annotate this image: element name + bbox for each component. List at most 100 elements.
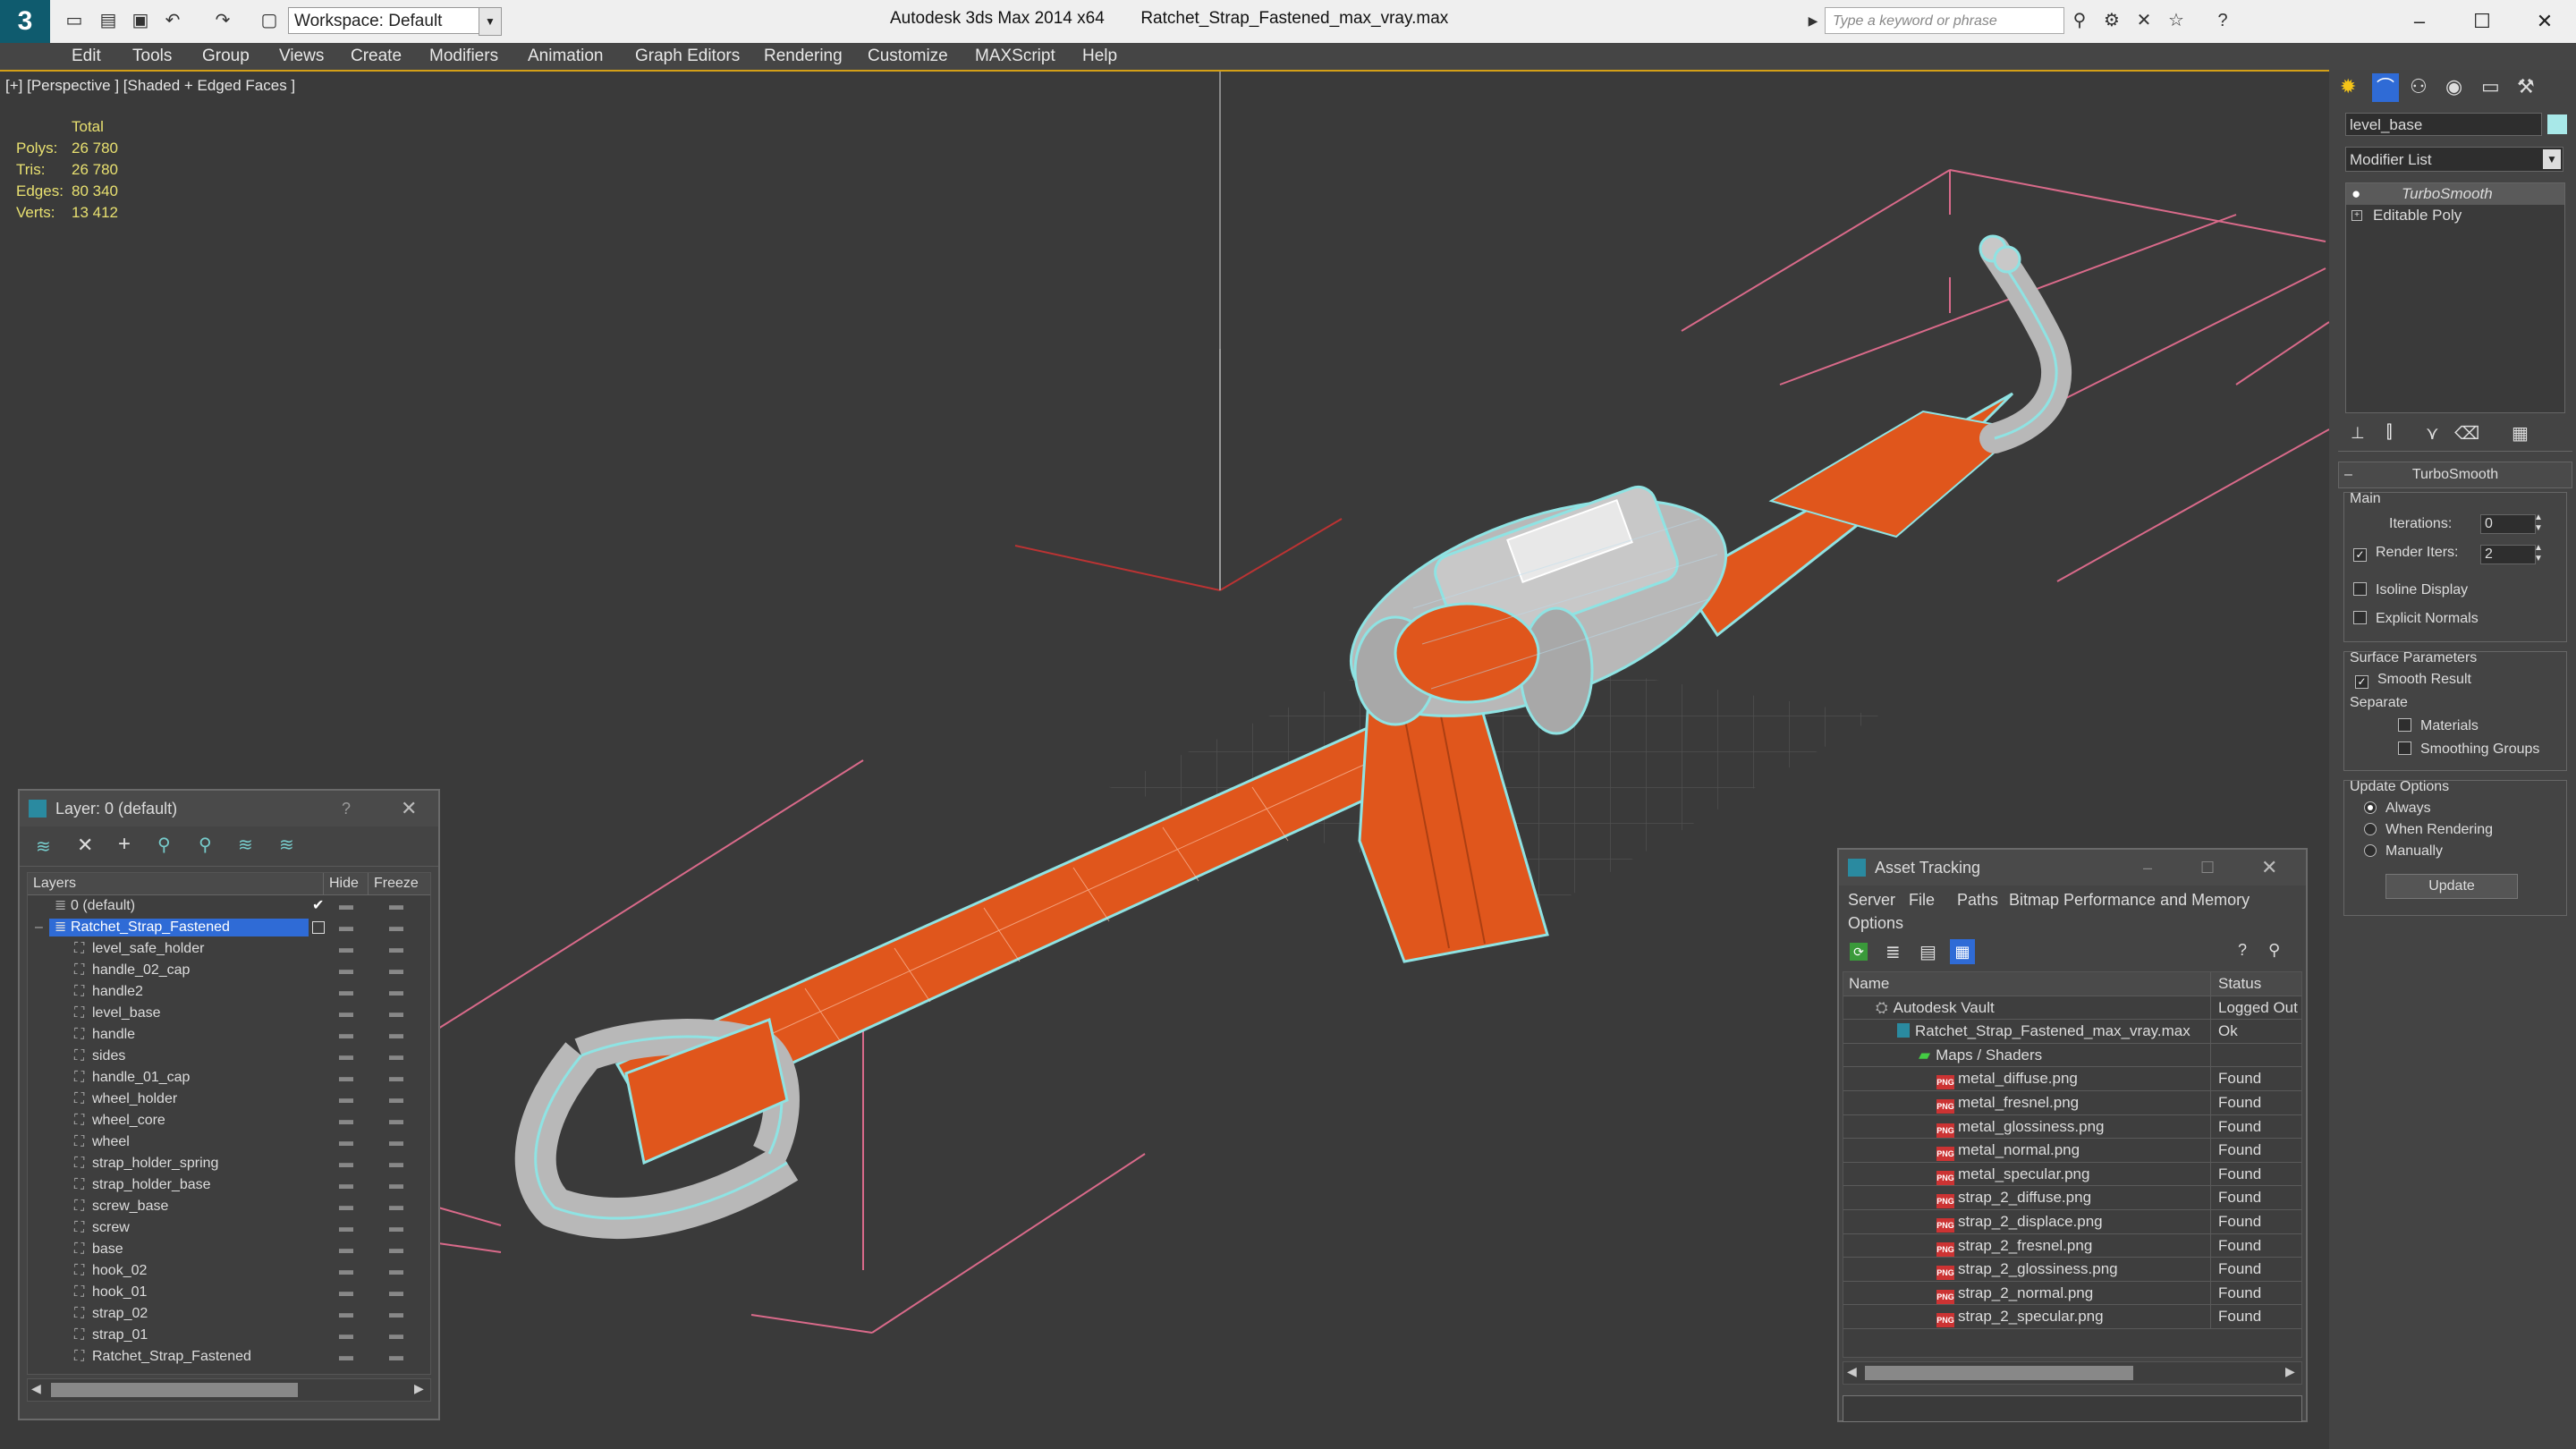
hide-toggle[interactable]: ▬ bbox=[339, 1003, 353, 1024]
freeze-toggle[interactable]: ▬ bbox=[389, 1217, 403, 1239]
layer-object-row[interactable]: ⛶ handle ▬ ▬ bbox=[28, 1024, 430, 1046]
scroll-right-icon[interactable]: ▶ bbox=[2285, 1364, 2295, 1379]
minimize-icon[interactable]: – bbox=[2143, 850, 2152, 886]
when-rendering-radio[interactable]: When Rendering bbox=[2364, 822, 2493, 838]
asset-row-maps-group[interactable]: ▰ Maps / Shaders bbox=[1843, 1043, 2301, 1068]
maximize-icon[interactable]: ☐ bbox=[2460, 5, 2504, 38]
configure-sets-icon[interactable]: ▦ bbox=[2512, 422, 2529, 445]
layer-object-row[interactable]: ⛶ wheel_holder ▬ ▬ bbox=[28, 1089, 430, 1110]
collapse-icon[interactable]: – bbox=[2344, 462, 2352, 487]
explicit-normals-checkbox[interactable]: Explicit Normals bbox=[2353, 611, 2479, 627]
asset-menu-bitmap[interactable]: Bitmap Performance and Memory bbox=[2009, 891, 2250, 910]
hide-all-layers-icon[interactable]: ≋ bbox=[238, 834, 253, 856]
asset-horizontal-scrollbar[interactable]: ◀ ▶ bbox=[1843, 1361, 2302, 1385]
layer-object-row[interactable]: ⛶ level_safe_holder ▬ ▬ bbox=[28, 938, 430, 960]
hide-toggle[interactable]: ▬ bbox=[339, 1303, 353, 1325]
delete-layer-icon[interactable]: ✕ bbox=[77, 834, 93, 857]
layer-object-row[interactable]: ⛶ handle_01_cap ▬ ▬ bbox=[28, 1067, 430, 1089]
render-iters-input[interactable]: 2 bbox=[2480, 545, 2536, 564]
hide-toggle[interactable]: ▬ bbox=[339, 1282, 353, 1303]
freeze-all-layers-icon[interactable]: ≋ bbox=[279, 834, 294, 856]
help-icon[interactable]: ? bbox=[2238, 941, 2247, 960]
freeze-toggle[interactable]: ▬ bbox=[389, 1067, 403, 1089]
hide-toggle[interactable]: ▬ bbox=[339, 895, 353, 917]
asset-row-map[interactable]: PNG metal_diffuse.png Found bbox=[1843, 1067, 2301, 1091]
menu-customize[interactable]: Customize bbox=[868, 43, 948, 70]
communication-icon[interactable]: ✕ bbox=[2132, 9, 2156, 32]
asset-row-map[interactable]: PNG strap_2_specular.png Found bbox=[1843, 1305, 2301, 1329]
always-radio[interactable]: Always bbox=[2364, 801, 2431, 817]
make-unique-icon[interactable]: ⋎ bbox=[2426, 422, 2439, 445]
hook-01-mesh[interactable] bbox=[514, 1017, 800, 1239]
lightbulb-icon[interactable]: ● bbox=[2351, 183, 2360, 205]
menu-animation[interactable]: Animation bbox=[528, 43, 604, 70]
hide-toggle[interactable]: ▬ bbox=[339, 917, 353, 938]
menu-maxscript[interactable]: MAXScript bbox=[975, 43, 1055, 70]
scroll-left-icon[interactable]: ◀ bbox=[31, 1381, 41, 1396]
freeze-toggle[interactable]: ▬ bbox=[389, 1196, 403, 1217]
viewport-label[interactable]: [+] [Perspective ] [Shaded + Edged Faces… bbox=[5, 77, 295, 95]
pin-stack-icon[interactable]: ⊥ bbox=[2351, 424, 2365, 443]
menu-edit[interactable]: Edit bbox=[72, 43, 101, 70]
freeze-toggle[interactable]: ▬ bbox=[389, 1260, 403, 1282]
layer-object-row[interactable]: ⛶ strap_holder_spring ▬ ▬ bbox=[28, 1153, 430, 1174]
help-icon[interactable]: ? bbox=[2211, 9, 2234, 32]
asset-row-map[interactable]: PNG strap_2_diffuse.png Found bbox=[1843, 1186, 2301, 1210]
hide-toggle[interactable]: ▬ bbox=[339, 1217, 353, 1239]
object-name-field[interactable]: level_base bbox=[2345, 113, 2542, 136]
col-status[interactable]: Status bbox=[2210, 972, 2261, 996]
freeze-toggle[interactable]: ▬ bbox=[389, 1131, 403, 1153]
layer-row-default[interactable]: ≣ 0 (default) ✔ ▬ ▬ bbox=[28, 895, 430, 917]
object-color-swatch[interactable] bbox=[2547, 114, 2567, 134]
hide-toggle[interactable]: ▬ bbox=[339, 1174, 353, 1196]
menu-rendering[interactable]: Rendering bbox=[764, 43, 843, 70]
freeze-toggle[interactable]: ▬ bbox=[389, 1024, 403, 1046]
freeze-toggle[interactable]: ▬ bbox=[389, 960, 403, 981]
active-layer-check-icon[interactable]: ✔ bbox=[312, 895, 324, 917]
chevron-down-icon[interactable]: ▼ bbox=[479, 7, 502, 36]
asset-row-vault[interactable]: ⛭ Autodesk Vault Logged Out bbox=[1843, 996, 2301, 1021]
layer-panel-titlebar[interactable]: Layer: 0 (default) ? ✕ bbox=[20, 791, 438, 826]
hide-toggle[interactable]: ▬ bbox=[339, 981, 353, 1003]
smooth-result-checkbox[interactable]: ✓ Smooth Result bbox=[2355, 672, 2471, 689]
freeze-toggle[interactable]: ▬ bbox=[389, 1239, 403, 1260]
layer-object-row[interactable]: ⛶ sides ▬ ▬ bbox=[28, 1046, 430, 1067]
freeze-toggle[interactable]: ▬ bbox=[389, 1046, 403, 1067]
search-input[interactable]: Type a keyword or phrase bbox=[1825, 7, 2064, 34]
hide-toggle[interactable]: ▬ bbox=[339, 1024, 353, 1046]
hide-toggle[interactable]: ▬ bbox=[339, 1239, 353, 1260]
asset-path-field[interactable] bbox=[1843, 1395, 2302, 1422]
create-tab-icon[interactable]: ✹ bbox=[2340, 75, 2356, 98]
rollout-header[interactable]: – TurboSmooth bbox=[2338, 462, 2572, 488]
iterations-spinner[interactable]: ▲ ▼ bbox=[2534, 513, 2543, 534]
layer-object-row[interactable]: ⛶ Ratchet_Strap_Fastened ▬ ▬ bbox=[28, 1346, 430, 1368]
hide-toggle[interactable]: ▬ bbox=[339, 1089, 353, 1110]
col-layers[interactable]: Layers bbox=[33, 873, 76, 894]
undo-icon[interactable]: ↶ bbox=[161, 9, 184, 32]
freeze-toggle[interactable]: ▬ bbox=[389, 917, 403, 938]
materials-checkbox[interactable]: Materials bbox=[2398, 718, 2479, 734]
layer-object-row[interactable]: ⛶ handle_02_cap ▬ ▬ bbox=[28, 960, 430, 981]
expand-plus-icon[interactable]: + bbox=[2351, 210, 2362, 221]
menu-tools[interactable]: Tools bbox=[132, 43, 172, 70]
layer-object-row[interactable]: ⛶ screw ▬ ▬ bbox=[28, 1217, 430, 1239]
layer-horizontal-scrollbar[interactable]: ◀ ▶ bbox=[27, 1378, 431, 1402]
hide-toggle[interactable]: ▬ bbox=[339, 938, 353, 960]
menu-views[interactable]: Views bbox=[279, 43, 324, 70]
stack-item-editable-poly[interactable]: + Editable Poly bbox=[2346, 205, 2564, 226]
freeze-toggle[interactable]: ▬ bbox=[389, 1089, 403, 1110]
table-view-icon[interactable]: ▦ bbox=[1950, 939, 1975, 964]
layer-object-row[interactable]: ⛶ level_base ▬ ▬ bbox=[28, 1003, 430, 1024]
scroll-thumb[interactable] bbox=[1865, 1366, 2133, 1380]
scroll-right-icon[interactable]: ▶ bbox=[414, 1381, 424, 1396]
layer-help-icon[interactable]: ? bbox=[342, 791, 351, 826]
modifier-list-dropdown[interactable]: Modifier List ▼ bbox=[2345, 147, 2563, 172]
hide-toggle[interactable]: ▬ bbox=[339, 1325, 353, 1346]
menu-help[interactable]: Help bbox=[1082, 43, 1117, 70]
pin-icon[interactable]: ⚲ bbox=[2268, 941, 2280, 960]
motion-tab-icon[interactable]: ◉ bbox=[2445, 75, 2462, 98]
layer-object-row[interactable]: ⛶ wheel_core ▬ ▬ bbox=[28, 1110, 430, 1131]
layer-object-row[interactable]: ⛶ handle2 ▬ ▬ bbox=[28, 981, 430, 1003]
new-file-icon[interactable]: ▭ bbox=[63, 9, 86, 32]
chevron-down-icon[interactable]: ▼ bbox=[2543, 149, 2561, 169]
